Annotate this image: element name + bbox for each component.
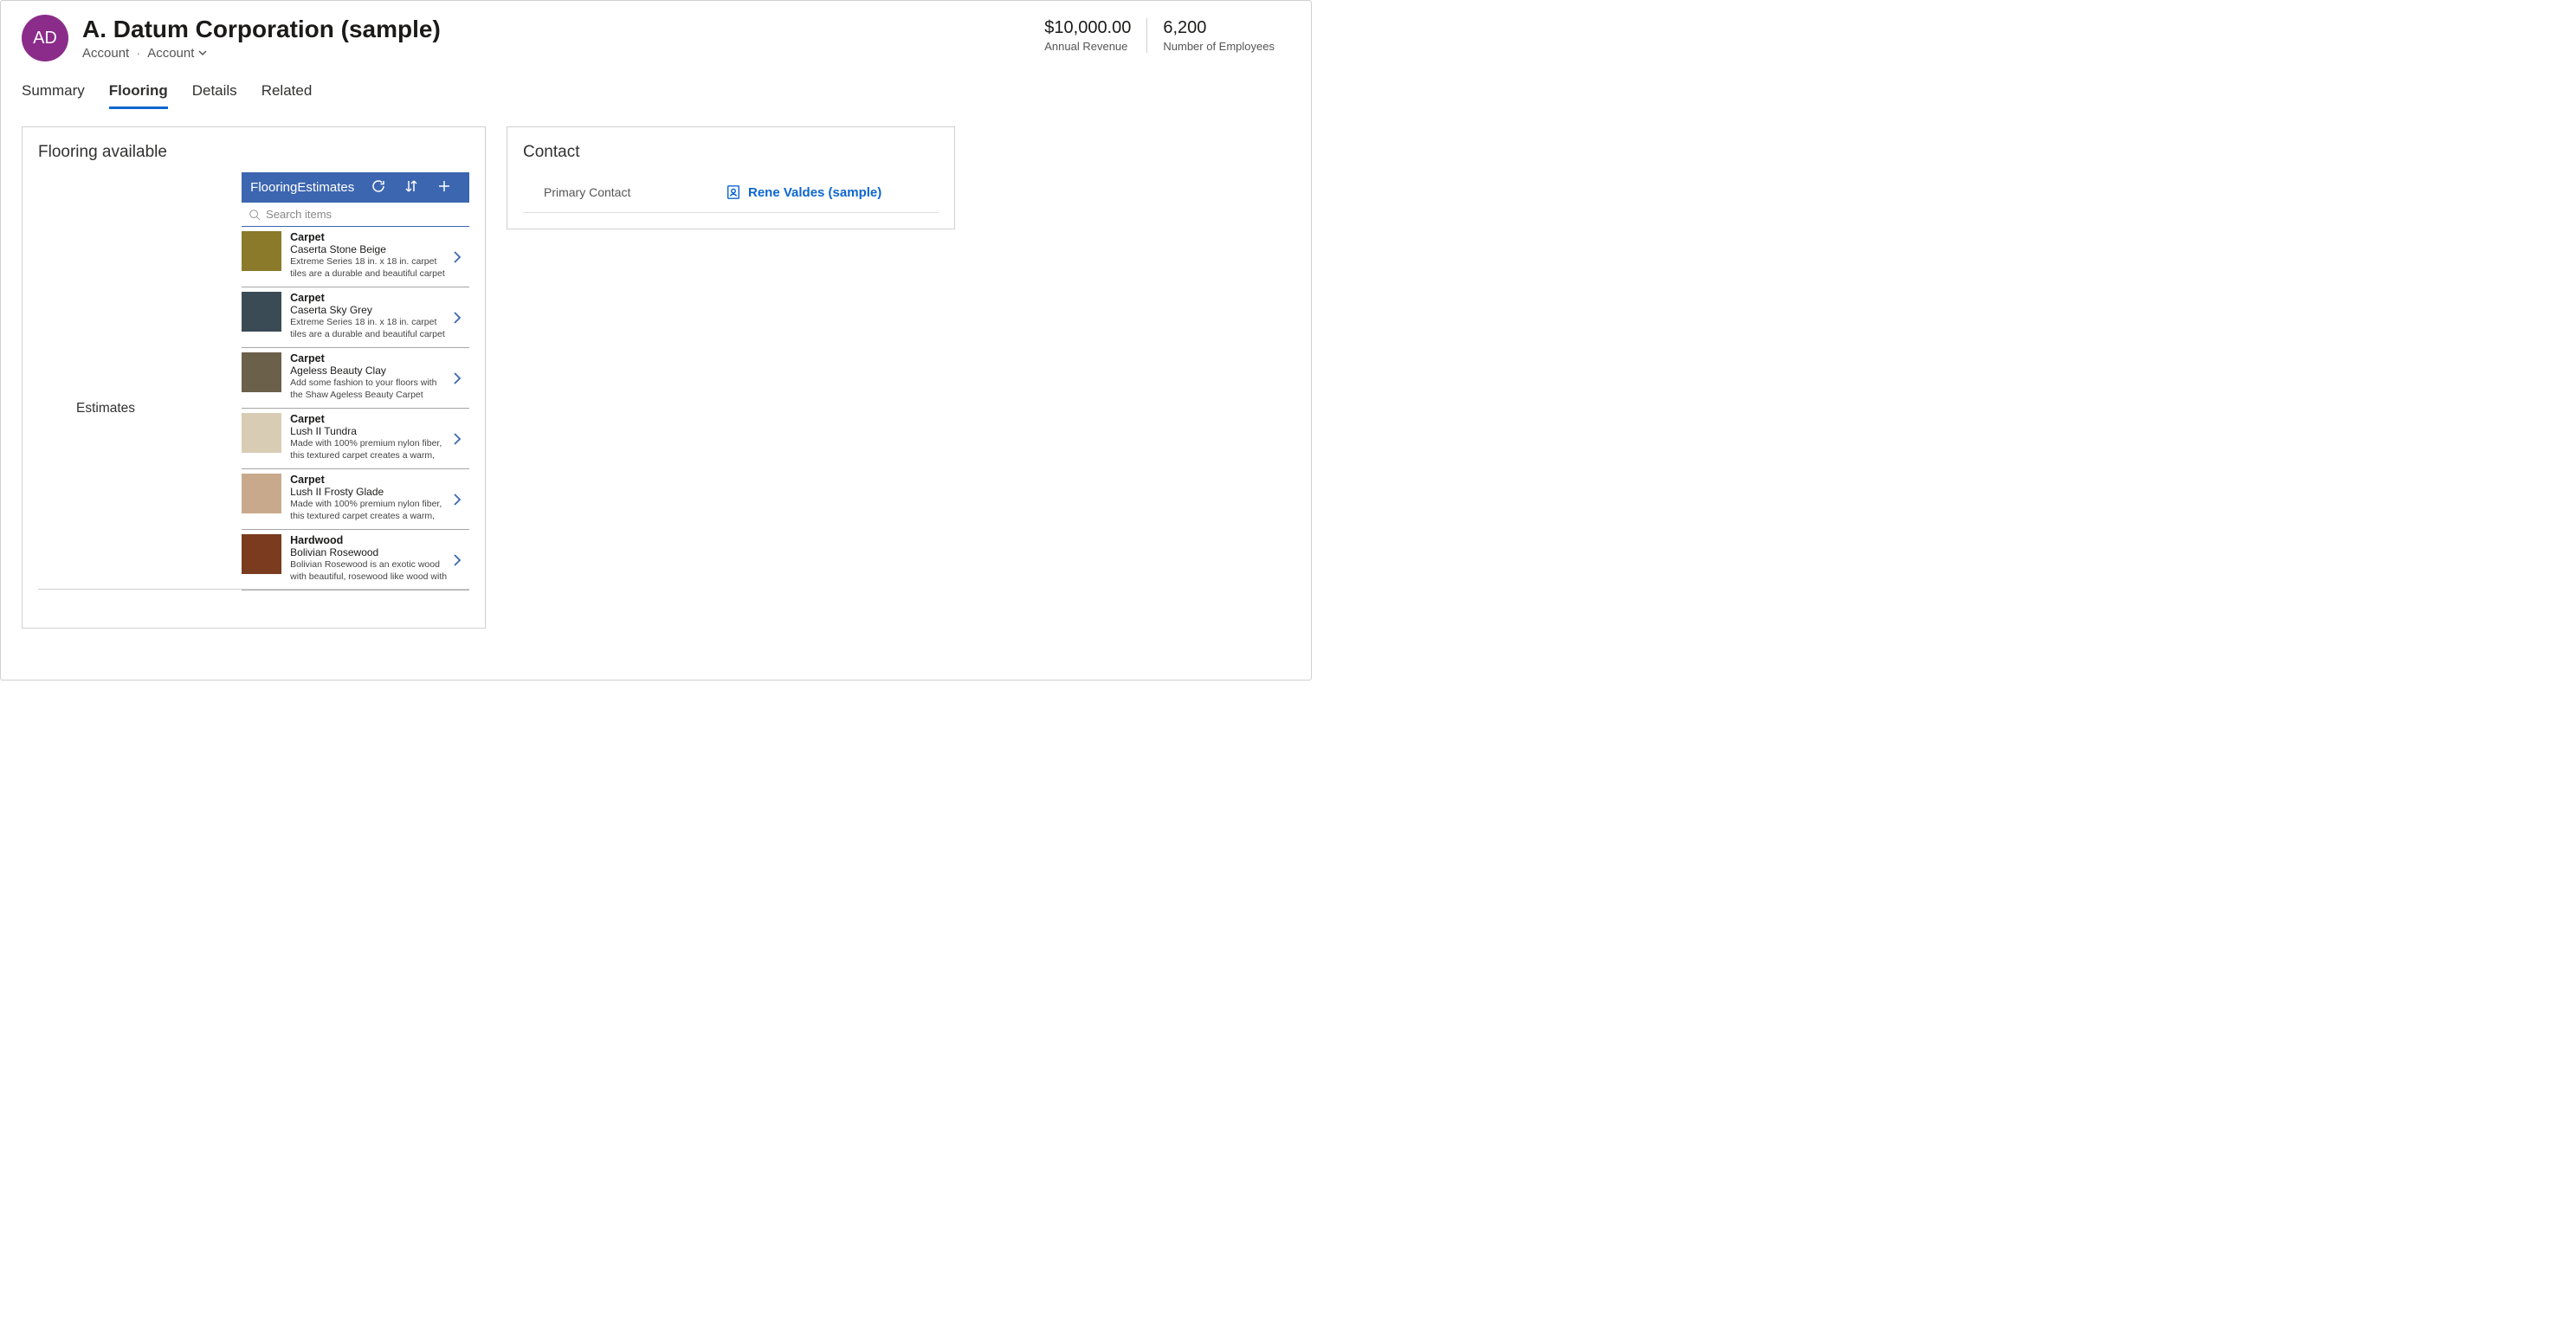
chevron-right-icon: [453, 312, 462, 324]
item-text: Carpet Caserta Stone Beige Extreme Serie…: [290, 231, 449, 282]
item-text: Carpet Ageless Beauty Clay Add some fash…: [290, 352, 449, 403]
sort-icon: [404, 179, 418, 193]
estimates-field-label: Estimates: [38, 172, 242, 590]
item-open[interactable]: [449, 231, 466, 282]
item-description: Made with 100% premium nylon fiber, this…: [290, 438, 449, 462]
item-category: Carpet: [290, 292, 449, 304]
subtitle-row: Account · Account: [82, 46, 1029, 61]
avatar: AD: [22, 15, 68, 61]
item-open[interactable]: [449, 413, 466, 464]
content-area: Flooring available Estimates FlooringEst…: [1, 109, 1311, 646]
primary-contact-name: Rene Valdes (sample): [748, 185, 881, 200]
record-page: AD A. Datum Corporation (sample) Account…: [0, 0, 1312, 681]
header-stats: $10,000.00 Annual Revenue 6,200 Number o…: [1029, 15, 1290, 53]
swatch: [242, 352, 281, 392]
item-description: Extreme Series 18 in. x 18 in. carpet ti…: [290, 317, 449, 341]
chevron-right-icon: [453, 372, 462, 384]
chevron-right-icon: [453, 494, 462, 506]
stat-value: $10,000.00: [1044, 18, 1131, 38]
stat-label: Annual Revenue: [1044, 40, 1131, 53]
item-text: Carpet Caserta Sky Grey Extreme Series 1…: [290, 292, 449, 343]
add-button[interactable]: [428, 179, 461, 196]
swatch: [242, 534, 281, 574]
item-open[interactable]: [449, 292, 466, 343]
item-name: Lush II Frosty Glade: [290, 486, 449, 498]
item-open[interactable]: [449, 474, 466, 525]
gallery-list: Carpet Caserta Stone Beige Extreme Serie…: [242, 227, 469, 590]
item-open[interactable]: [449, 352, 466, 403]
chevron-right-icon: [453, 433, 462, 445]
item-description: Bolivian Rosewood is an exotic wood with…: [290, 559, 449, 583]
chevron-down-icon: [197, 48, 208, 58]
plus-icon: [437, 179, 451, 193]
tab-details[interactable]: Details: [192, 82, 237, 109]
contact-icon: [726, 184, 741, 200]
item-category: Carpet: [290, 413, 449, 425]
item-description: Made with 100% premium nylon fiber, this…: [290, 499, 449, 523]
tab-flooring[interactable]: Flooring: [109, 82, 168, 109]
search-input[interactable]: [266, 208, 462, 221]
refresh-icon: [371, 179, 385, 193]
tab-related[interactable]: Related: [261, 82, 313, 109]
page-title: A. Datum Corporation (sample): [82, 15, 1029, 44]
stat-value: 6,200: [1163, 18, 1275, 38]
form-selector[interactable]: Account: [147, 46, 208, 61]
primary-contact-label: Primary Contact: [544, 185, 726, 199]
swatch: [242, 292, 281, 332]
header-main: A. Datum Corporation (sample) Account · …: [82, 15, 1029, 61]
item-category: Carpet: [290, 231, 449, 243]
list-item[interactable]: Carpet Ageless Beauty Clay Add some fash…: [242, 348, 469, 409]
gallery-header-title: FlooringEstimates: [250, 180, 362, 195]
contact-card: Contact Primary Contact Rene Valdes (sam…: [507, 126, 955, 229]
stat-employees: 6,200 Number of Employees: [1146, 18, 1290, 53]
item-description: Add some fashion to your floors with the…: [290, 377, 449, 402]
flooring-card-title: Flooring available: [38, 143, 469, 162]
primary-contact-row: Primary Contact Rene Valdes (sample): [523, 172, 939, 213]
stat-annual-revenue: $10,000.00 Annual Revenue: [1029, 18, 1146, 53]
swatch: [242, 413, 281, 453]
item-description: Extreme Series 18 in. x 18 in. carpet ti…: [290, 256, 449, 281]
tab-bar: Summary Flooring Details Related: [1, 68, 1311, 109]
swatch: [242, 474, 281, 513]
entity-label: Account: [82, 46, 129, 61]
item-category: Carpet: [290, 474, 449, 486]
list-item[interactable]: Carpet Lush II Tundra Made with 100% pre…: [242, 409, 469, 469]
item-name: Lush II Tundra: [290, 425, 449, 437]
avatar-initials: AD: [33, 29, 57, 48]
search-icon: [249, 209, 261, 221]
item-name: Bolivian Rosewood: [290, 546, 449, 558]
refresh-button[interactable]: [362, 179, 395, 196]
chevron-right-icon: [453, 251, 462, 263]
item-text: Carpet Lush II Tundra Made with 100% pre…: [290, 413, 449, 464]
swatch: [242, 231, 281, 271]
flooring-card: Flooring available Estimates FlooringEst…: [22, 126, 486, 629]
gallery-header: FlooringEstimates: [242, 172, 469, 203]
stat-label: Number of Employees: [1163, 40, 1275, 53]
list-item[interactable]: Hardwood Bolivian Rosewood Bolivian Rose…: [242, 530, 469, 590]
divider: [38, 589, 469, 590]
contact-card-title: Contact: [523, 143, 939, 162]
item-text: Carpet Lush II Frosty Glade Made with 10…: [290, 474, 449, 525]
form-name: Account: [147, 46, 194, 61]
list-item[interactable]: Carpet Caserta Stone Beige Extreme Serie…: [242, 227, 469, 287]
list-item[interactable]: Carpet Caserta Sky Grey Extreme Series 1…: [242, 287, 469, 348]
chevron-right-icon: [453, 554, 462, 566]
item-name: Caserta Stone Beige: [290, 243, 449, 255]
flooring-body: Estimates FlooringEstimates: [38, 172, 469, 590]
sort-button[interactable]: [395, 179, 428, 196]
page-header: AD A. Datum Corporation (sample) Account…: [1, 1, 1311, 68]
tab-summary[interactable]: Summary: [22, 82, 85, 109]
item-open[interactable]: [449, 534, 466, 585]
item-name: Caserta Sky Grey: [290, 304, 449, 316]
search-row[interactable]: [242, 203, 469, 227]
flooring-gallery: FlooringEstimates: [242, 172, 469, 590]
item-category: Carpet: [290, 352, 449, 365]
separator-dot: ·: [136, 46, 140, 61]
item-name: Ageless Beauty Clay: [290, 365, 449, 377]
item-text: Hardwood Bolivian Rosewood Bolivian Rose…: [290, 534, 449, 585]
item-category: Hardwood: [290, 534, 449, 546]
list-item[interactable]: Carpet Lush II Frosty Glade Made with 10…: [242, 469, 469, 530]
primary-contact-link[interactable]: Rene Valdes (sample): [726, 184, 881, 200]
